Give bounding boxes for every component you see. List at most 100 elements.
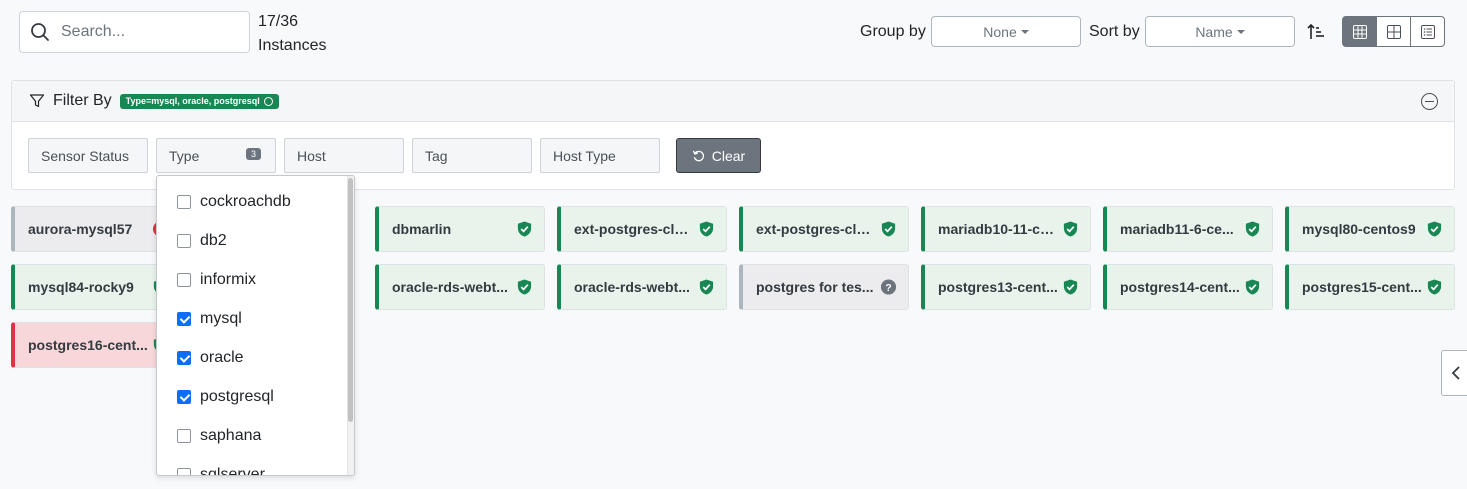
type-option-label: mysql	[200, 310, 242, 327]
view-tiles-button[interactable]	[1376, 16, 1411, 47]
checkbox-checked[interactable]	[177, 390, 191, 404]
collapse-icon[interactable]	[1421, 93, 1438, 110]
instance-name: oracle-rds-webt...	[574, 279, 690, 295]
type-option-label: saphana	[200, 427, 262, 444]
shield-check-icon	[1063, 221, 1078, 237]
type-option-label: sqlserver	[200, 466, 265, 476]
shield-check-icon	[1245, 221, 1260, 237]
caret-down-icon	[1020, 29, 1029, 34]
instance-card[interactable]: oracle-rds-webt...	[375, 264, 545, 310]
view-grid-button[interactable]	[1342, 16, 1377, 47]
type-option-informix[interactable]: informix	[177, 271, 256, 289]
instance-name: postgres for tes...	[756, 279, 874, 295]
sensor-status-filter-button[interactable]: Sensor Status	[28, 138, 148, 173]
view-toggle-group	[1342, 16, 1445, 47]
instance-name: postgres15-cent...	[1302, 279, 1422, 295]
instance-card[interactable]: postgres14-cent...	[1103, 264, 1273, 310]
instance-card[interactable]: postgres13-cent...	[921, 264, 1091, 310]
instance-name: aurora-mysql57	[28, 221, 133, 237]
shield-check-icon	[1427, 279, 1442, 295]
sort-by-select[interactable]: Name	[1145, 16, 1295, 47]
instance-card[interactable]: mariadb10-11-ce...	[921, 206, 1091, 252]
instance-name: postgres16-cent...	[28, 337, 148, 353]
checkbox[interactable]	[177, 234, 191, 248]
type-option-mysql[interactable]: mysql	[177, 310, 242, 328]
search-icon	[31, 23, 49, 41]
search-input[interactable]	[61, 23, 231, 41]
shield-check-icon	[517, 221, 532, 237]
instance-count-fraction: 17/36	[258, 13, 299, 30]
host-type-filter-button[interactable]: Host Type	[540, 138, 660, 173]
type-option-label: oracle	[200, 349, 244, 366]
view-list-button[interactable]	[1410, 16, 1445, 47]
filter-title: Filter By	[53, 92, 112, 109]
type-option-sqlserver[interactable]: sqlserver	[177, 466, 265, 476]
remove-filter-icon[interactable]	[263, 96, 273, 106]
active-filter-text: Type=mysql, oracle, postgresql	[125, 96, 260, 106]
shield-check-icon	[517, 279, 532, 295]
checkbox[interactable]	[177, 429, 191, 443]
type-option-oracle[interactable]: oracle	[177, 349, 244, 367]
instance-card[interactable]: dbmarlin	[375, 206, 545, 252]
checkbox-checked[interactable]	[177, 351, 191, 365]
instance-name: ext-postgres-clu...	[574, 221, 694, 237]
type-option-label: postgresql	[200, 388, 274, 405]
checkbox-checked[interactable]	[177, 312, 191, 326]
instance-card[interactable]: mariadb11-6-ce...	[1103, 206, 1273, 252]
type-option-cockroachdb[interactable]: cockroachdb	[177, 193, 291, 211]
filter-icon	[29, 94, 45, 108]
instance-name: dbmarlin	[392, 221, 452, 237]
type-option-saphana[interactable]: saphana	[177, 427, 261, 445]
chevron-left-icon	[1451, 366, 1460, 380]
type-option-db2[interactable]: db2	[177, 232, 227, 250]
group-by-value: None	[983, 23, 1017, 40]
grid-icon	[1386, 24, 1401, 39]
sensor-status-label: Sensor Status	[41, 147, 129, 164]
group-by-select[interactable]: None	[931, 16, 1081, 47]
type-option-label: db2	[200, 232, 227, 249]
instance-name: postgres13-cent...	[938, 279, 1058, 295]
checkbox[interactable]	[177, 195, 191, 209]
caret-down-icon	[1236, 29, 1245, 34]
host-filter-button[interactable]: Host	[284, 138, 404, 173]
active-filter-badge[interactable]: Type=mysql, oracle, postgresql	[119, 93, 279, 109]
group-by-label: Group by	[860, 23, 926, 40]
shield-check-icon	[881, 221, 896, 237]
sort-by-value: Name	[1195, 23, 1233, 40]
tag-label: Tag	[425, 147, 448, 164]
instance-name: mariadb10-11-ce...	[938, 221, 1058, 237]
checkbox[interactable]	[177, 273, 191, 287]
shield-check-icon	[1063, 279, 1078, 295]
type-filter-button[interactable]: Type 3	[156, 138, 276, 173]
clear-label: Clear	[711, 147, 746, 164]
type-option-postgresql[interactable]: postgresql	[177, 388, 274, 406]
sort-ascending-icon[interactable]	[1306, 22, 1326, 42]
checkbox[interactable]	[177, 468, 191, 475]
clear-filters-button[interactable]: Clear	[676, 138, 761, 173]
type-option-label: informix	[200, 271, 257, 288]
svg-text:?: ?	[885, 283, 891, 294]
list-icon	[1420, 24, 1435, 39]
instance-name: oracle-rds-webt...	[392, 279, 508, 295]
instance-name: postgres14-cent...	[1120, 279, 1240, 295]
table-icon	[1352, 24, 1367, 39]
instance-card[interactable]: mysql80-centos9	[1285, 206, 1455, 252]
instance-count-label: Instances	[258, 37, 327, 54]
instance-name: mariadb11-6-ce...	[1120, 221, 1234, 237]
instance-card[interactable]: ext-postgres-clu...	[557, 206, 727, 252]
host-label: Host	[297, 147, 326, 164]
tag-filter-button[interactable]: Tag	[412, 138, 532, 173]
side-panel-toggle[interactable]	[1441, 350, 1467, 396]
instance-card[interactable]: postgres for tes...?	[739, 264, 909, 310]
search-box[interactable]	[19, 11, 250, 53]
scrollbar-thumb[interactable]	[348, 178, 353, 422]
instance-card[interactable]: postgres15-cent...	[1285, 264, 1455, 310]
type-option-label: cockroachdb	[200, 193, 291, 210]
instance-name: mysql80-centos9	[1302, 221, 1416, 237]
instance-card[interactable]: oracle-rds-webt...	[557, 264, 727, 310]
type-label: Type	[169, 147, 200, 164]
question-circle-icon: ?	[880, 279, 897, 295]
instance-card[interactable]: ext-postgres-clu...	[739, 206, 909, 252]
dropdown-scrollbar[interactable]	[347, 176, 354, 475]
filter-header[interactable]: Filter By Type=mysql, oracle, postgresql	[12, 81, 1454, 122]
